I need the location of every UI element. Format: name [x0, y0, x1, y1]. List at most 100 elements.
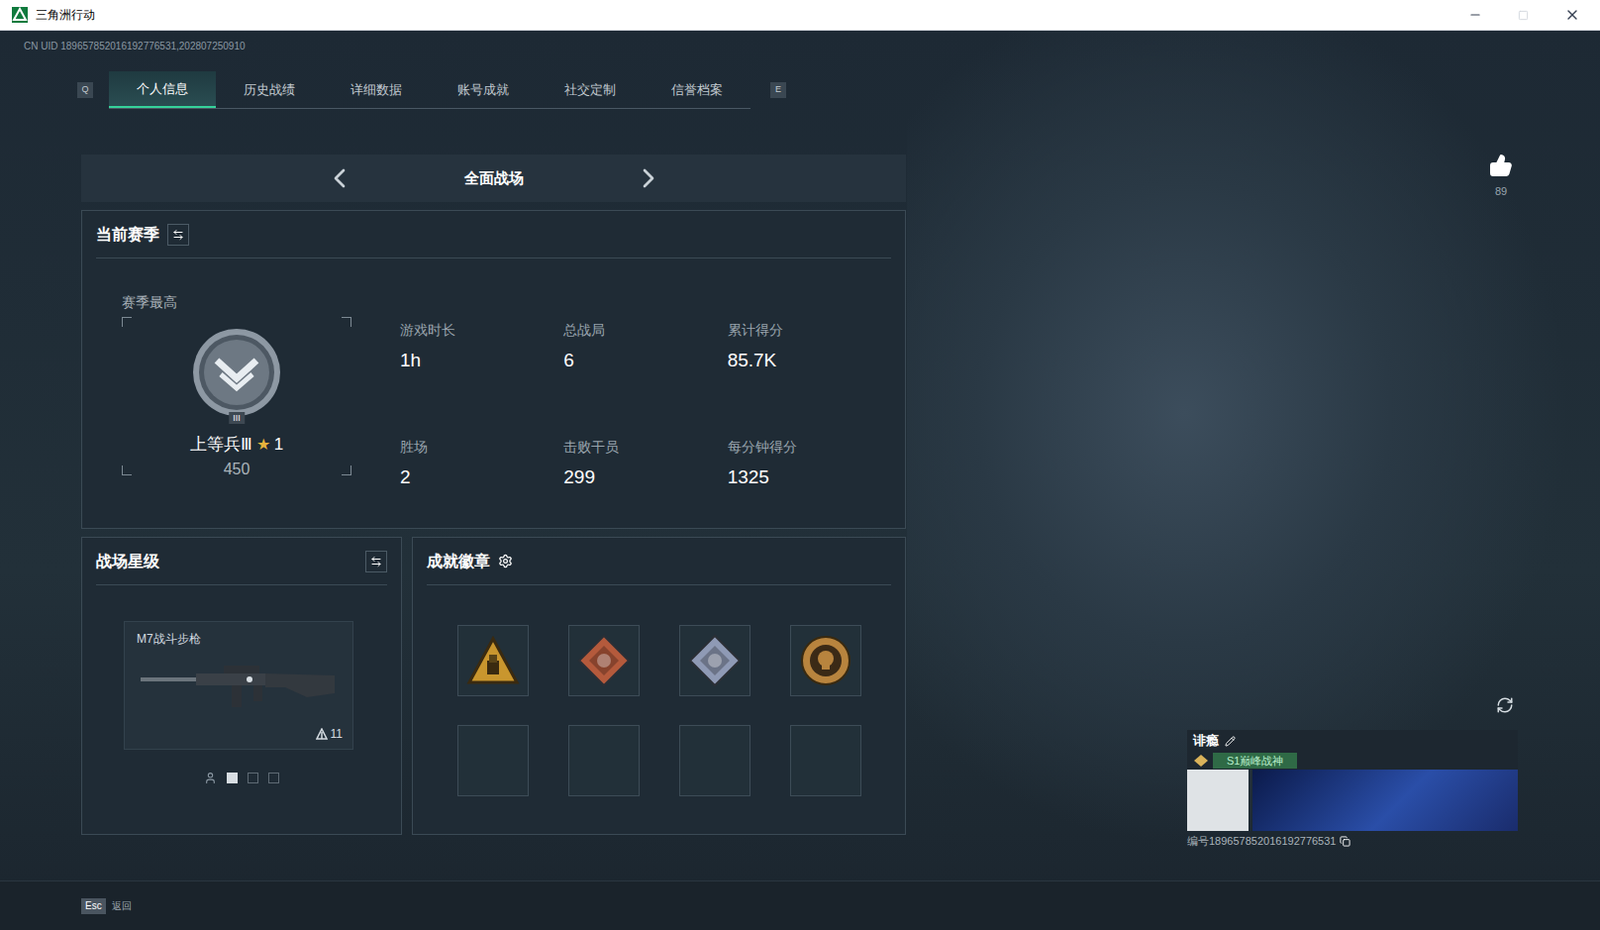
skull-badge-icon — [798, 632, 854, 689]
rifle-icon — [136, 653, 343, 715]
empty-badge-slot[interactable] — [790, 724, 862, 797]
empty-badge-slot[interactable] — [568, 724, 640, 797]
player-name: 诽瘾 — [1193, 730, 1219, 751]
tab-bar: Q 个人信息历史战绩详细数据账号成就社交定制信誉档案 E — [77, 71, 907, 109]
like-button[interactable]: 89 — [1489, 153, 1513, 200]
pager-dot[interactable] — [226, 772, 238, 784]
stat-label: 总战局 — [563, 319, 727, 341]
rank-star-count: 1 — [274, 431, 284, 458]
stat-label: 累计得分 — [727, 319, 892, 341]
left-column: CN UID 189657852016192776531,20280725091… — [0, 30, 907, 881]
diamond-badge-icon — [576, 632, 632, 689]
copy-icon[interactable] — [1339, 835, 1351, 847]
bottom-bar: Esc 返回 — [0, 880, 1600, 930]
badge-slot[interactable] — [679, 624, 751, 697]
season-best-label: 赛季最高 — [121, 292, 355, 313]
title-bar: 三角洲行动 — [0, 0, 1600, 31]
empty-badge-slot[interactable] — [457, 724, 529, 797]
swap-button[interactable] — [167, 223, 190, 246]
stat-item: 游戏时长 1h — [400, 319, 564, 376]
stat-label: 击败干员 — [563, 436, 727, 458]
prev-mode-icon[interactable] — [323, 162, 356, 195]
swap-icon — [370, 555, 383, 568]
season-best: 赛季最高 III 上等兵Ⅲ★1 450 — [121, 258, 355, 528]
uid-text: CN UID 189657852016192776531,20280725091… — [0, 38, 907, 55]
tab[interactable]: 信誉档案 — [643, 71, 751, 108]
swap-icon — [172, 228, 185, 241]
rank-tier: III — [228, 411, 245, 424]
minimize-icon[interactable] — [1468, 7, 1483, 22]
pager-dot[interactable] — [247, 772, 259, 784]
tab[interactable]: 个人信息 — [108, 71, 216, 108]
app-window: 三角洲行动 CN UID 189657852016192776531,202807… — [0, 0, 1600, 930]
tab[interactable]: 社交定制 — [536, 71, 644, 108]
player-title: S1巅峰战神 — [1212, 752, 1298, 769]
weapon-card[interactable]: M7战斗步枪 11 — [123, 620, 354, 750]
title-emblem-icon — [1193, 753, 1209, 768]
rank-badge-icon — [189, 326, 285, 422]
name-card: 诽瘾S1巅峰战神编号189657852016192776531 — [1187, 729, 1518, 850]
tab[interactable]: 账号成就 — [429, 71, 537, 108]
empty-badge-slot[interactable] — [679, 724, 751, 797]
achievement-title: 成就徽章 — [426, 549, 491, 574]
refresh-button[interactable] — [1494, 694, 1516, 716]
stat-value: 2 — [400, 463, 564, 493]
rank-score: 450 — [223, 457, 251, 482]
achievement-panel: 成就徽章 — [411, 536, 906, 835]
banner-picture — [1252, 769, 1518, 831]
stat-value: 85.7K — [727, 346, 892, 376]
next-mode-icon[interactable] — [632, 162, 665, 195]
stat-value: 1h — [400, 346, 564, 376]
esc-key[interactable]: Esc — [81, 898, 106, 914]
avatar-picture[interactable] — [1187, 769, 1249, 831]
next-tab-key[interactable]: E — [770, 82, 787, 99]
back-label[interactable]: 返回 — [111, 898, 132, 913]
character-area: 89 诽瘾S1巅峰战神编号189657852016192776531 — [906, 30, 1600, 881]
refresh-icon — [1496, 696, 1514, 714]
star-panel-title: 战场星级 — [96, 549, 160, 574]
weapon-star-icon — [315, 727, 328, 740]
stat-value: 1325 — [727, 463, 892, 493]
badge-slot[interactable] — [457, 624, 529, 697]
game-body: CN UID 189657852016192776531,20280725091… — [0, 30, 1600, 930]
player-id: 编号189657852016192776531 — [1187, 832, 1336, 850]
badge-slot[interactable] — [790, 624, 862, 697]
stat-value: 299 — [563, 463, 727, 493]
pager-person-icon[interactable] — [203, 771, 217, 785]
mode-label: 全面战场 — [464, 167, 524, 191]
gear-icon[interactable] — [498, 553, 513, 569]
stat-item: 总战局 6 — [563, 319, 727, 376]
stat-label: 游戏时长 — [400, 319, 564, 341]
triangle-badge-icon — [465, 632, 521, 689]
weapon-name: M7战斗步枪 — [136, 629, 341, 648]
stat-item: 每分钟得分 1325 — [727, 436, 892, 493]
season-panel: 当前赛季赛季最高III上等兵Ⅲ★1450游戏时长1h总战局6累计得分85.7K胜… — [81, 209, 906, 529]
stat-label: 每分钟得分 — [727, 436, 892, 458]
star-swap-button[interactable] — [365, 550, 388, 573]
stat-value: 6 — [563, 346, 727, 376]
thumbs-up-icon — [1489, 153, 1513, 178]
rank-star: ★ — [256, 432, 271, 457]
close-icon[interactable] — [1564, 6, 1581, 23]
season-stats: 游戏时长 1h 总战局 6累计得分 85.7K 胜场 2 击败干员 299每分钟得分 1325 — [400, 258, 892, 492]
weapon-pager — [96, 771, 388, 785]
stat-item: 胜场 2 — [400, 436, 564, 493]
diamond-badge-icon — [687, 632, 743, 689]
stat-item: 累计得分 85.7K — [727, 319, 892, 376]
badge-slot[interactable] — [568, 624, 640, 697]
mode-selector: 全面战场 — [81, 154, 906, 202]
edit-icon[interactable] — [1224, 735, 1236, 747]
maximize-icon[interactable] — [1517, 9, 1529, 21]
stat-label: 胜场 — [400, 436, 564, 458]
tab[interactable]: 历史战绩 — [215, 71, 323, 108]
pager-dot[interactable] — [268, 772, 280, 784]
stat-item: 击败干员 299 — [563, 436, 727, 493]
star-panel: 战场星级 M7战斗步枪 11 — [81, 536, 402, 835]
prev-tab-key[interactable]: Q — [77, 82, 94, 99]
weapon-star-count: 11 — [330, 724, 343, 743]
like-count: 89 — [1495, 183, 1507, 200]
rank-name: 上等兵Ⅲ — [190, 431, 253, 458]
tab[interactable]: 详细数据 — [322, 71, 430, 108]
app-logo-icon — [11, 6, 28, 23]
window-title: 三角洲行动 — [35, 5, 96, 24]
